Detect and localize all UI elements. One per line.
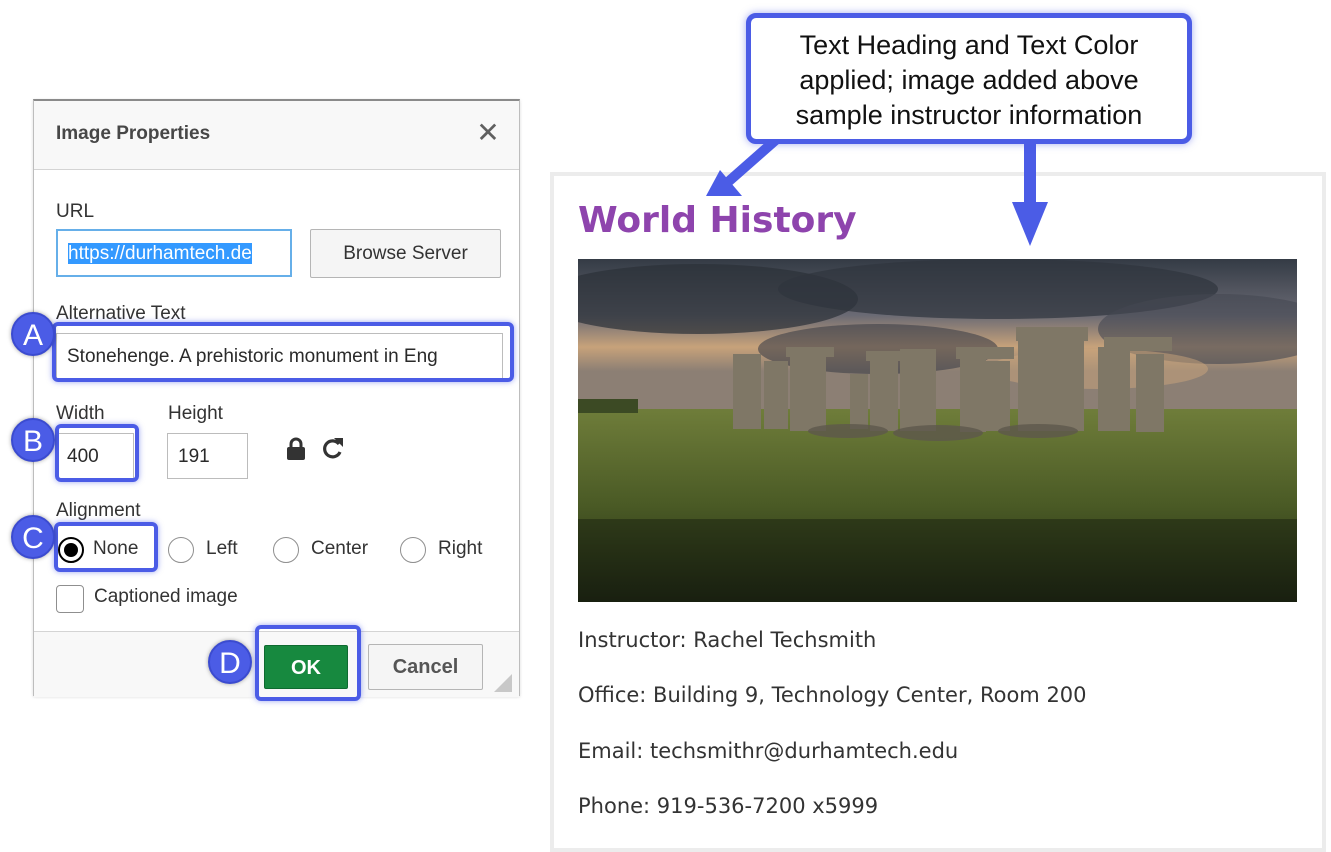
height-label: Height <box>168 403 223 424</box>
alignment-left-radio[interactable] <box>168 537 194 563</box>
reset-icon[interactable] <box>322 435 344 461</box>
width-label: Width <box>56 403 105 424</box>
resize-grip-icon[interactable] <box>494 674 512 692</box>
lock-icon[interactable] <box>286 437 306 461</box>
callout-badge-c: C <box>11 515 55 559</box>
callout-note-line-1: Text Heading and Text Color <box>799 30 1139 60</box>
arrow-icon <box>706 134 1048 246</box>
url-selected-text: https://durhamtech.de <box>68 243 252 264</box>
phone-line: Phone: 919-536-7200 x5999 <box>578 794 879 818</box>
captioned-image-label: Captioned image <box>94 586 238 607</box>
alignment-center-label: Center <box>311 538 369 559</box>
callout-note-line-3: sample instructor information <box>795 100 1143 130</box>
ok-highlight <box>255 625 361 701</box>
email-line: Email: techsmithr@durhamtech.edu <box>578 739 959 763</box>
close-icon[interactable]: ✕ <box>474 119 502 147</box>
alt-text-highlight <box>52 322 514 382</box>
url-input[interactable]: https://durhamtech.de <box>56 229 292 277</box>
alignment-right-label: Right <box>438 538 483 559</box>
alignment-center-radio[interactable] <box>273 537 299 563</box>
height-input[interactable]: 191 <box>167 433 248 479</box>
url-label: URL <box>56 201 95 222</box>
cancel-button[interactable]: Cancel <box>368 644 483 690</box>
instructor-line: Instructor: Rachel Techsmith <box>578 628 877 652</box>
alignment-label: Alignment <box>56 500 141 521</box>
callout-badge-b: B <box>11 418 55 462</box>
callout-note-line-2: applied; image added above <box>799 65 1139 95</box>
alignment-highlight <box>54 522 158 572</box>
callout-badge-a: A <box>11 312 55 356</box>
office-line: Office: Building 9, Technology Center, R… <box>578 683 1087 707</box>
alignment-right-radio[interactable] <box>400 537 426 563</box>
browse-server-button[interactable]: Browse Server <box>310 229 501 278</box>
captioned-image-checkbox[interactable] <box>56 585 84 613</box>
callout-note: Text Heading and Text Color applied; ima… <box>746 13 1192 144</box>
dialog-titlebar: Image Properties ✕ <box>34 101 519 170</box>
image-properties-dialog: Image Properties ✕ URL https://durhamtec… <box>33 99 520 697</box>
callout-badge-d: D <box>208 640 252 684</box>
alignment-left-label: Left <box>206 538 238 559</box>
stonehenge-picture <box>578 259 1297 602</box>
dialog-title: Image Properties <box>56 123 211 144</box>
width-highlight <box>55 424 139 482</box>
preview-panel: World History Instructor: Rachel Techsmi… <box>550 172 1326 852</box>
stonehenge-image <box>578 259 1297 602</box>
